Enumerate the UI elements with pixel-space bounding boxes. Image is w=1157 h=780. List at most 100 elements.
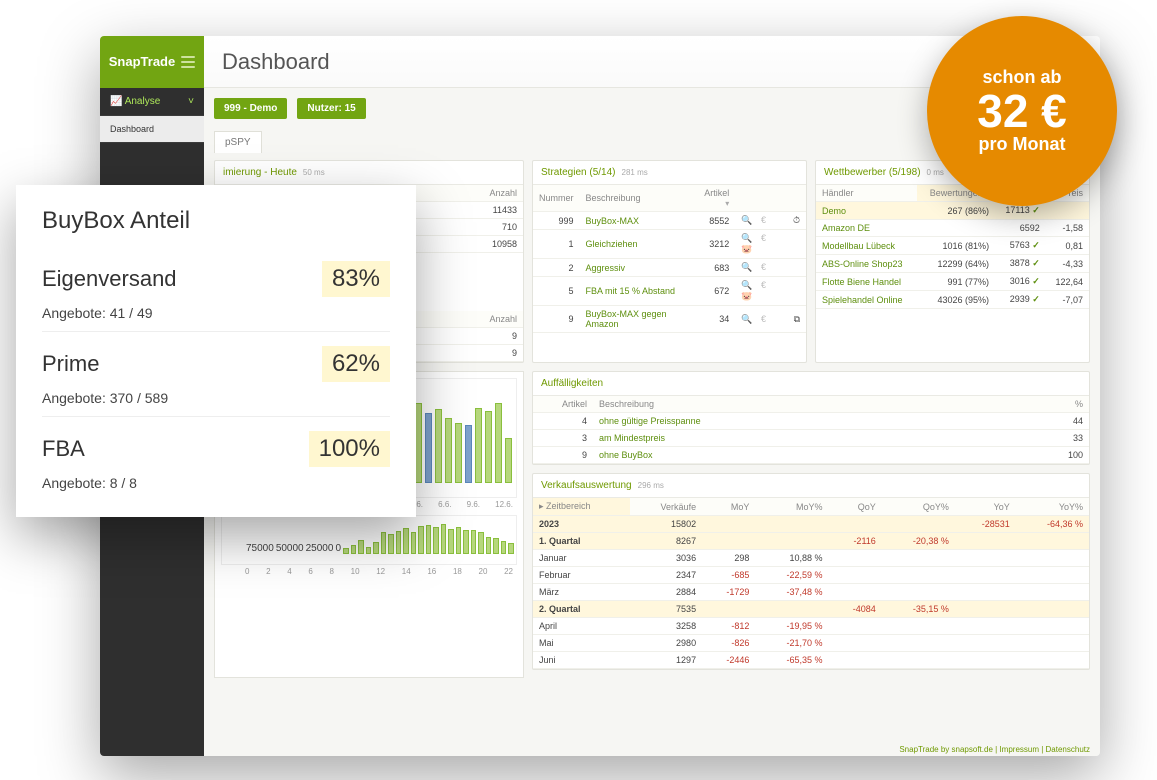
chart-bar — [426, 525, 432, 554]
chart-bar — [418, 526, 424, 554]
chart-bar — [433, 527, 439, 554]
chart-bar — [501, 541, 507, 554]
th-iss-art[interactable]: Artikel — [533, 396, 593, 413]
chart-bar — [441, 524, 447, 554]
chart-bar — [435, 409, 442, 483]
sales-title: Verkaufsauswertung — [541, 480, 632, 491]
th-besch[interactable]: Beschreibung — [580, 185, 694, 212]
th-verk[interactable]: Verkäufe — [630, 498, 702, 516]
sidebar-analyse-label: Analyse — [125, 96, 161, 107]
sidebar-item-dashboard[interactable]: Dashboard — [100, 116, 204, 143]
table-row[interactable]: 5FBA mit 15 % Abstand672🔍 € 🐷 — [533, 277, 806, 306]
page-title: Dashboard — [222, 49, 1020, 75]
table-row[interactable]: Februar 2347 -685-22,59 % — [533, 567, 1089, 584]
brand-logo[interactable]: SnapTrade — [100, 36, 204, 88]
table-row[interactable]: Januar 3036 29810,88 % — [533, 550, 1089, 567]
th-anzahl: Anzahl — [401, 185, 523, 202]
footer-datenschutz-link[interactable]: Datenschutz — [1046, 745, 1090, 754]
buybox-percent: 83% — [322, 261, 390, 297]
search-icon[interactable]: 🔍 € — [735, 212, 787, 230]
th-moy[interactable]: MoY — [702, 498, 755, 516]
th-yoy[interactable]: YoY — [955, 498, 1016, 516]
buybox-sub: Angebote: 370 / 589 — [42, 390, 390, 406]
table-row[interactable]: ABS-Online Shop2312299 (64%)3878 ✓-4,33 — [816, 255, 1089, 273]
tag-demo[interactable]: 999 - Demo — [214, 98, 287, 119]
chart-bar — [388, 534, 394, 554]
table-row[interactable]: Amazon DE6592 -1,58 — [816, 220, 1089, 237]
chart-bar — [508, 543, 514, 554]
search-icon[interactable]: 🔍 € 🐷 — [735, 230, 787, 259]
table-row[interactable]: 1. Quartal 8267 -2116-20,38 % — [533, 533, 1089, 550]
chart-bar — [343, 548, 349, 554]
th-nummer[interactable]: Nummer — [533, 185, 580, 212]
th-iss-besch[interactable]: Beschreibung — [593, 396, 1039, 413]
table-row[interactable]: Flotte Biene Handel991 (77%)3016 ✓122,64 — [816, 273, 1089, 291]
table-row[interactable]: 3am Mindestpreis33 — [533, 430, 1089, 447]
table-row[interactable]: Spielehandel Online43026 (95%)2939 ✓-7,0… — [816, 291, 1089, 309]
chart-bar — [456, 527, 462, 554]
th-zeit[interactable]: ▸ Zeitbereich — [533, 498, 630, 516]
table-row[interactable]: 999BuyBox-MAX8552🔍 € ⏱ — [533, 212, 806, 230]
th-haendler[interactable]: Händler — [816, 185, 917, 202]
buybox-label: Eigenversand — [42, 266, 177, 292]
table-row[interactable]: Demo267 (86%)17113 ✓ — [816, 202, 1089, 220]
tab-pspy[interactable]: pSPY — [214, 131, 262, 153]
th-qoyp[interactable]: QoY% — [882, 498, 955, 516]
chart-bar — [463, 530, 469, 554]
chart-bar — [478, 532, 484, 554]
badge-price: 32 € — [977, 88, 1067, 134]
panel-opt-latency: 50 ms — [303, 168, 325, 177]
table-row[interactable]: 1Gleichziehen3212🔍 € 🐷 — [533, 230, 806, 259]
comp-title: Wettbewerber (5/198) — [824, 167, 921, 178]
tag-nutzer[interactable]: Nutzer: 15 — [297, 98, 365, 119]
price-badge: schon ab 32 € pro Monat — [927, 16, 1117, 206]
table-row[interactable]: 9BuyBox-MAX gegen Amazon34🔍 € ⧉ — [533, 306, 806, 333]
buybox-sub: Angebote: 41 / 49 — [42, 305, 390, 321]
chart-bar — [351, 545, 357, 554]
chart-bar — [403, 528, 409, 554]
sidebar-item-analyse[interactable]: 📈 Analyse ˅ — [100, 88, 204, 116]
buybox-row: FBA 100% — [42, 417, 390, 467]
table-row[interactable]: 4ohne gültige Preisspanne44 — [533, 413, 1089, 430]
buybox-title: BuyBox Anteil — [42, 207, 390, 235]
search-icon[interactable]: 🔍 € — [735, 259, 787, 277]
chart-bar — [455, 423, 462, 483]
menu-icon[interactable] — [181, 56, 195, 68]
table-row[interactable]: 2. Quartal 7535 -4084-35,15 % — [533, 601, 1089, 618]
chart-bar — [485, 411, 492, 483]
badge-line3: pro Monat — [979, 134, 1066, 155]
panel-verkaufsauswertung: Verkaufsauswertung 296 ms ▸ Zeitbereich … — [532, 473, 1090, 670]
th-moyp[interactable]: MoY% — [755, 498, 828, 516]
comp-table: Händler Bewertungen Artikel Preis Demo26… — [816, 185, 1089, 309]
footer-snapsoft-link[interactable]: snapsoft.de — [952, 745, 993, 754]
strat-title: Strategien (5/14) — [541, 167, 616, 178]
table-row[interactable]: April 3258 -812-19,95 % — [533, 618, 1089, 635]
table-row[interactable]: März 2884 -1729-37,48 % — [533, 584, 1089, 601]
chart-bar — [366, 547, 372, 554]
th-artikel[interactable]: Artikel — [693, 185, 735, 212]
search-icon[interactable]: 🔍 € — [735, 306, 787, 333]
table-row[interactable]: Modellbau Lübeck1016 (81%)5763 ✓0,81 — [816, 237, 1089, 255]
chart-bar — [396, 531, 402, 554]
chart-bar — [493, 538, 499, 554]
table-row[interactable]: 2Aggressiv683🔍 € — [533, 259, 806, 277]
chart-bar — [495, 403, 502, 483]
footer: SnapTrade by snapsoft.de | Impressum | D… — [899, 745, 1090, 754]
buybox-sub: Angebote: 8 / 8 — [42, 475, 390, 491]
panel-strategien-header: Strategien (5/14) 281 ms — [533, 161, 806, 185]
table-row[interactable]: 9ohne BuyBox100 — [533, 447, 1089, 464]
issues-table: Artikel Beschreibung % 4ohne gültige Pre… — [533, 396, 1089, 464]
footer-impressum-link[interactable]: Impressum — [999, 745, 1039, 754]
panel-auffaelligkeiten: Auffälligkeiten Artikel Beschreibung % 4… — [532, 371, 1090, 465]
table-row[interactable]: 2023 15802 -28531-64,36 % — [533, 516, 1089, 533]
table-row[interactable]: Mai 2980 -826-21,70 % — [533, 635, 1089, 652]
chevron-down-icon: ˅ — [188, 96, 194, 107]
chart-bar — [425, 413, 432, 483]
th-qoy[interactable]: QoY — [828, 498, 881, 516]
th-iss-pct[interactable]: % — [1039, 396, 1089, 413]
chart-bar — [486, 537, 492, 554]
th-yoyp[interactable]: YoY% — [1016, 498, 1089, 516]
table-row[interactable]: Juni 1297 -2446-65,35 % — [533, 652, 1089, 669]
sales-latency: 296 ms — [638, 481, 664, 490]
search-icon[interactable]: 🔍 € 🐷 — [735, 277, 787, 306]
